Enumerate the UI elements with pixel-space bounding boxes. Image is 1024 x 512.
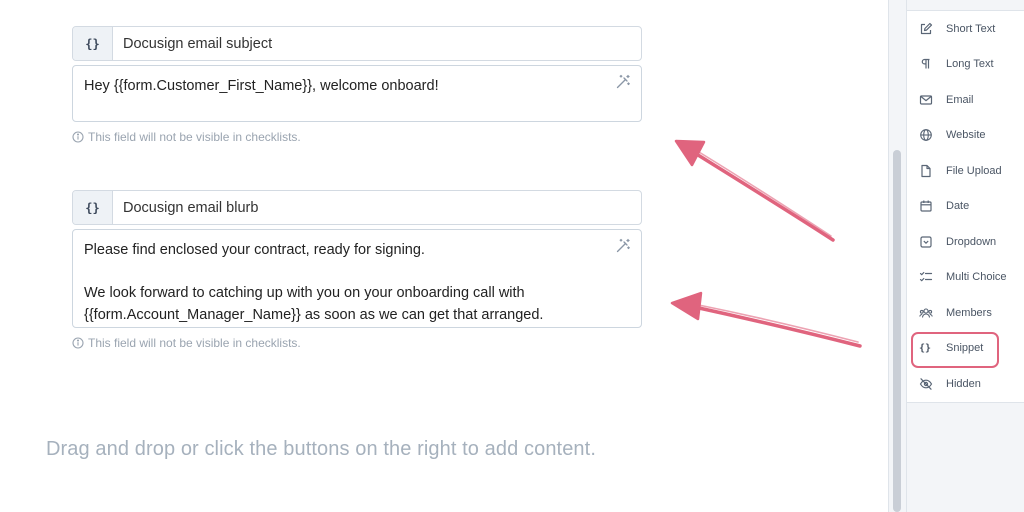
widget-file-upload[interactable]: File Upload xyxy=(907,153,1024,189)
globe-icon xyxy=(920,129,932,142)
widget-short-text[interactable]: Short Text xyxy=(907,11,1024,47)
widget-email[interactable]: Email xyxy=(907,82,1024,118)
widget-panel: Short Text Long Text Email Website File … xyxy=(906,0,1024,512)
snippet-body-field[interactable]: Please find enclosed your contract, read… xyxy=(72,229,642,328)
curly-braces-icon: {} xyxy=(73,27,113,60)
snippet-title-row: {} xyxy=(72,190,642,225)
widget-hidden[interactable]: Hidden xyxy=(907,366,1024,402)
widget-label: Date xyxy=(946,200,970,213)
widget-label: Multi Choice xyxy=(946,271,1007,284)
info-icon xyxy=(72,131,84,143)
widget-label: Website xyxy=(946,129,986,142)
widget-members[interactable]: Members xyxy=(907,295,1024,331)
envelope-icon xyxy=(919,95,933,105)
snippet-block-blurb: {} Please find enclosed your contract, r… xyxy=(72,190,642,350)
annotation-arrow-blurb xyxy=(670,291,862,348)
eye-slash-icon xyxy=(919,377,933,390)
snippet-body-line: Please find enclosed your contract, read… xyxy=(84,242,425,258)
snippet-body-line xyxy=(84,262,601,284)
visibility-note-text: This field will not be visible in checkl… xyxy=(88,336,301,350)
widget-label: File Upload xyxy=(946,164,1002,177)
edit-pencil-icon xyxy=(920,22,933,34)
visibility-note: This field will not be visible in checkl… xyxy=(72,130,642,144)
visibility-note-text: This field will not be visible in checkl… xyxy=(88,130,301,144)
widget-label: Long Text xyxy=(946,58,994,71)
widget-label: Hidden xyxy=(946,377,981,390)
dropdown-icon xyxy=(920,236,932,248)
snippet-body-field[interactable]: Hey {{form.Customer_First_Name}}, welcom… xyxy=(72,65,642,122)
widget-label: Snippet xyxy=(946,342,984,355)
widget-list: Short Text Long Text Email Website File … xyxy=(907,10,1024,403)
empty-state-hint: Drag and drop or click the buttons on th… xyxy=(46,438,596,460)
paragraph-icon xyxy=(921,59,930,69)
annotation-arrow-subject xyxy=(674,139,835,242)
snippet-body-line: Hey {{form.Customer_First_Name}}, welcom… xyxy=(84,78,439,94)
visibility-note: This field will not be visible in checkl… xyxy=(72,336,642,350)
curly-braces-icon: {} xyxy=(919,342,932,354)
widget-dropdown[interactable]: Dropdown xyxy=(907,224,1024,260)
widget-long-text[interactable]: Long Text xyxy=(907,47,1024,83)
curly-braces-icon: {} xyxy=(73,191,113,224)
snippet-body-line: {{form.Account_Manager_Name}} as soon as… xyxy=(84,306,544,323)
magic-wand-icon[interactable] xyxy=(615,74,631,90)
widget-label: Dropdown xyxy=(946,235,997,248)
file-icon xyxy=(921,164,931,177)
snippet-block-subject: {} Hey {{form.Customer_First_Name}}, wel… xyxy=(72,26,642,144)
calendar-icon xyxy=(920,200,932,212)
widget-multi-choice[interactable]: Multi Choice xyxy=(907,260,1024,296)
form-canvas: {} Hey {{form.Customer_First_Name}}, wel… xyxy=(0,0,888,512)
widget-snippet[interactable]: {} Snippet xyxy=(907,331,1024,367)
snippet-title-input[interactable] xyxy=(113,191,641,224)
widget-website[interactable]: Website xyxy=(907,118,1024,154)
members-icon xyxy=(919,308,933,318)
snippet-title-input[interactable] xyxy=(113,27,641,60)
magic-wand-icon[interactable] xyxy=(615,238,631,254)
checklist-icon xyxy=(919,272,933,282)
widget-label: Short Text xyxy=(946,22,996,35)
widget-date[interactable]: Date xyxy=(907,189,1024,225)
info-icon xyxy=(72,337,84,349)
scrollbar[interactable] xyxy=(893,150,901,512)
widget-label: Members xyxy=(946,306,992,319)
snippet-title-row: {} xyxy=(72,26,642,61)
snippet-body-line: We look forward to catching up with you … xyxy=(84,285,525,301)
widget-label: Email xyxy=(946,93,974,106)
